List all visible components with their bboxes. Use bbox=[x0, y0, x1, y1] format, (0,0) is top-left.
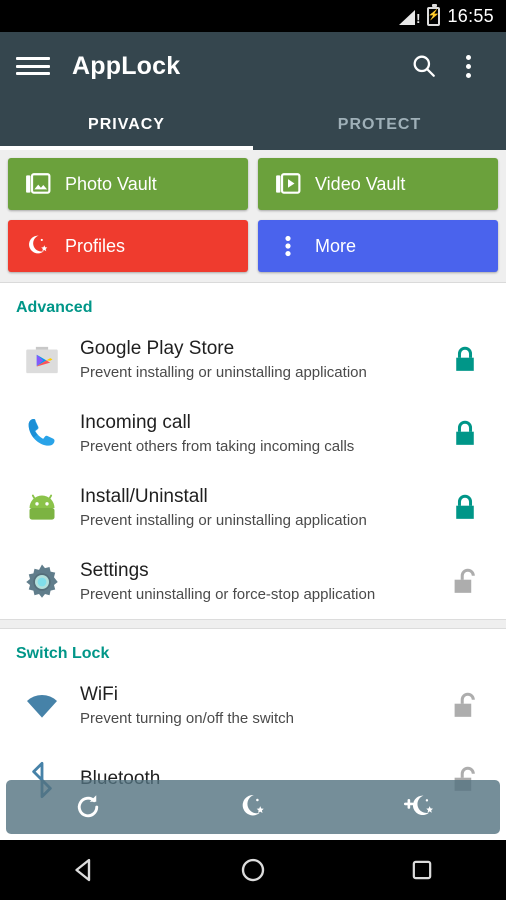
phone-icon bbox=[16, 414, 68, 454]
row-google-play-store[interactable]: Google Play Store Prevent installing or … bbox=[0, 323, 506, 397]
settings-gear-icon bbox=[16, 561, 68, 603]
floating-action-toolbar bbox=[6, 780, 500, 834]
lock-toggle-unlocked[interactable] bbox=[442, 691, 488, 721]
row-title: Settings bbox=[80, 560, 149, 581]
section-advanced: Advanced Google Play Store Prevent insta… bbox=[0, 283, 506, 619]
moon-star-icon[interactable] bbox=[218, 780, 288, 834]
row-incoming-call[interactable]: Incoming call Prevent others from taking… bbox=[0, 397, 506, 471]
signal-warning-icon: ! bbox=[399, 7, 420, 25]
refresh-icon[interactable] bbox=[53, 780, 123, 834]
android-robot-icon bbox=[16, 488, 68, 528]
status-bar: ! ⚡ 16:55 bbox=[0, 0, 506, 32]
section-header-switch-lock: Switch Lock bbox=[16, 645, 110, 662]
tile-label: Profiles bbox=[65, 235, 126, 256]
section-header-advanced: Advanced bbox=[16, 299, 93, 316]
section-divider bbox=[0, 619, 506, 629]
recents-icon[interactable] bbox=[382, 840, 462, 900]
row-subtitle: Prevent installing or uninstalling appli… bbox=[80, 511, 367, 529]
wifi-icon bbox=[16, 686, 68, 726]
photo-library-icon bbox=[25, 171, 51, 197]
row-title: Google Play Store bbox=[80, 338, 235, 359]
row-settings[interactable]: Settings Prevent uninstalling or force-s… bbox=[0, 545, 506, 619]
page-title: AppLock bbox=[72, 51, 181, 80]
row-subtitle: Prevent turning on/off the switch bbox=[80, 709, 295, 727]
quick-actions-panel: Photo Vault Video Vault Profiles More bbox=[0, 150, 506, 282]
row-title: WiFi bbox=[80, 684, 118, 705]
row-install-uninstall[interactable]: Install/Uninstall Prevent installing or … bbox=[0, 471, 506, 545]
battery-charging-icon: ⚡ bbox=[427, 3, 441, 26]
home-icon[interactable] bbox=[213, 840, 293, 900]
signal-badge: ! bbox=[416, 11, 421, 26]
lock-toggle-locked[interactable] bbox=[442, 493, 488, 523]
lock-toggle-locked[interactable] bbox=[442, 419, 488, 449]
lock-toggle-locked[interactable] bbox=[442, 345, 488, 375]
search-icon[interactable] bbox=[402, 44, 446, 88]
tab-privacy[interactable]: PRIVACY bbox=[0, 100, 253, 150]
row-title: Incoming call bbox=[80, 412, 191, 433]
tile-label: Photo Vault bbox=[65, 173, 157, 194]
tile-photo-vault[interactable]: Photo Vault bbox=[8, 158, 248, 210]
row-title: Install/Uninstall bbox=[80, 486, 208, 507]
add-moon-star-icon[interactable] bbox=[383, 780, 453, 834]
android-navigation-bar bbox=[0, 840, 506, 900]
status-bar-clock: 16:55 bbox=[447, 5, 494, 26]
content-area: Photo Vault Video Vault Profiles More Ad… bbox=[0, 150, 506, 822]
row-wifi[interactable]: WiFi Prevent turning on/off the switch bbox=[0, 669, 506, 743]
overflow-menu-icon bbox=[275, 233, 301, 259]
tile-label: More bbox=[315, 235, 357, 256]
row-subtitle: Prevent uninstalling or force-stop appli… bbox=[80, 585, 376, 603]
tab-protect[interactable]: PROTECT bbox=[253, 100, 506, 150]
moon-star-icon bbox=[25, 233, 51, 259]
tile-label: Video Vault bbox=[315, 173, 406, 194]
video-library-icon bbox=[275, 171, 301, 197]
app-bar: AppLock bbox=[0, 32, 506, 100]
back-icon[interactable] bbox=[44, 840, 124, 900]
row-subtitle: Prevent installing or uninstalling appli… bbox=[80, 363, 367, 381]
tab-bar: PRIVACY PROTECT bbox=[0, 100, 506, 150]
tile-more[interactable]: More bbox=[258, 220, 498, 272]
row-subtitle: Prevent others from taking incoming call… bbox=[80, 437, 355, 455]
hamburger-menu-icon[interactable] bbox=[16, 54, 50, 78]
phone-screen: ! ⚡ 16:55 AppLock PRIVACY PROTECT Photo … bbox=[0, 0, 506, 900]
lock-toggle-unlocked[interactable] bbox=[442, 567, 488, 597]
tile-video-vault[interactable]: Video Vault bbox=[258, 158, 498, 210]
overflow-menu-icon[interactable] bbox=[446, 44, 490, 88]
tile-profiles[interactable]: Profiles bbox=[8, 220, 248, 272]
google-play-store-icon bbox=[16, 339, 68, 381]
